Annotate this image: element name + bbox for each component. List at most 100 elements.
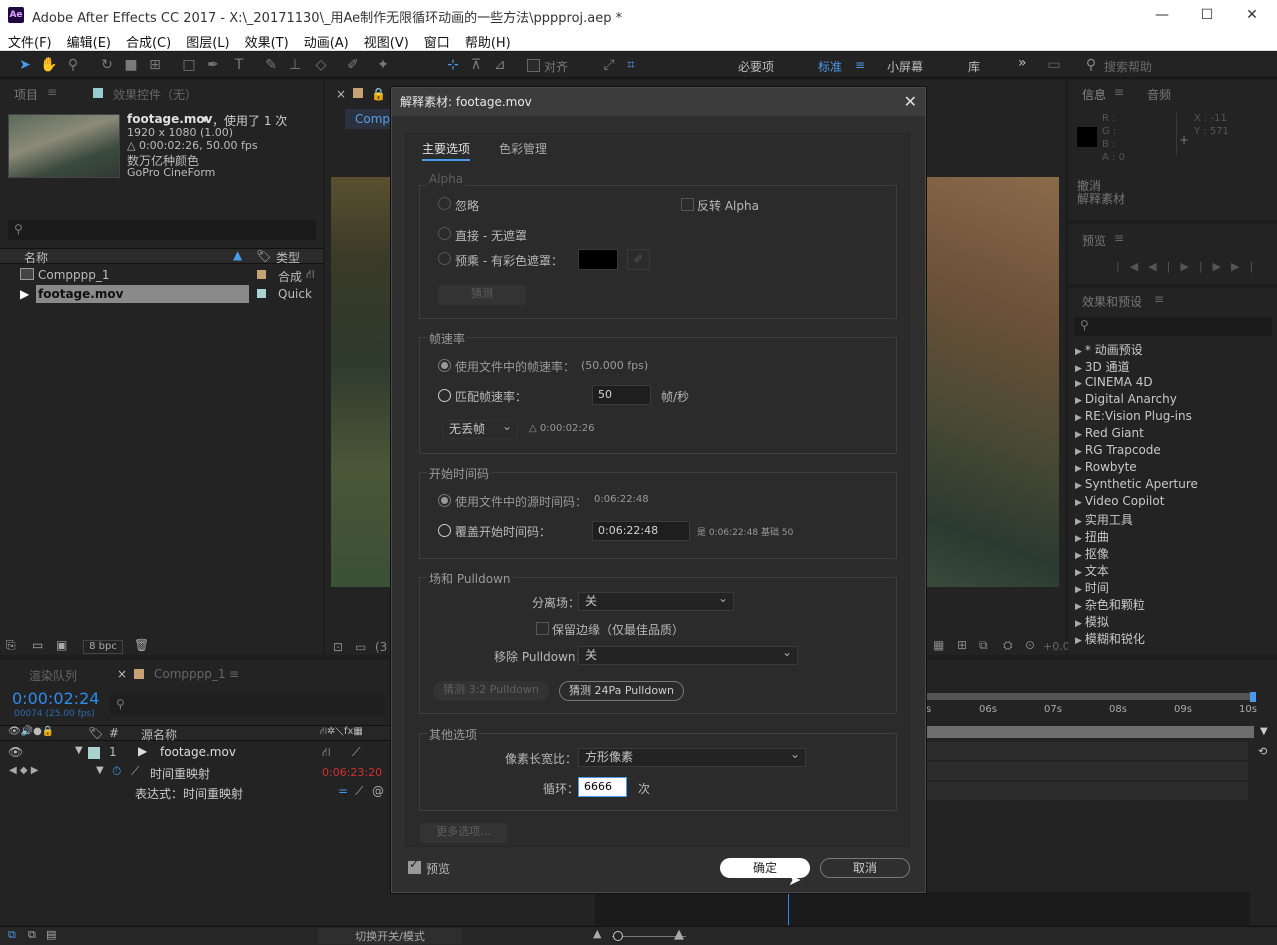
timeline-search-input[interactable]: ⚲	[110, 695, 385, 715]
workspace-libraries[interactable]: 库	[968, 58, 980, 75]
effects-category-item[interactable]: ▶ 实用工具	[1075, 511, 1133, 528]
expand-triangle-icon[interactable]: ▶	[1075, 585, 1082, 595]
menu-layer[interactable]: 图层(L)	[178, 30, 236, 51]
layer-track[interactable]	[926, 742, 1248, 760]
expand-triangle-icon[interactable]: ▶	[1075, 551, 1082, 561]
3d-view-icon[interactable]: ⧉	[979, 638, 988, 653]
effects-category-item[interactable]: ▶ RE:Vision Plug-ins	[1075, 409, 1192, 423]
workspace-standard[interactable]: 标准	[818, 58, 842, 75]
more-options-button[interactable]: 更多选项...	[420, 823, 507, 843]
layer-duration-bar[interactable]	[926, 726, 1254, 738]
alpha-guess-button[interactable]: 猜测	[438, 285, 526, 305]
expand-triangle-icon[interactable]: ▶	[1075, 364, 1082, 374]
sort-ascending-icon[interactable]: ▲	[233, 248, 242, 262]
menu-window[interactable]: 窗口	[416, 30, 457, 51]
zoom-in-icon[interactable]: ▲	[674, 927, 684, 942]
alpha-premult-radio[interactable]	[438, 252, 451, 265]
project-row-footage[interactable]: ▶ footage.mov Quick	[0, 285, 323, 303]
menu-help[interactable]: 帮助(H)	[457, 30, 518, 51]
effects-category-item[interactable]: ▶ Video Copilot	[1075, 494, 1164, 508]
label-column-icon[interactable]: 🏷	[256, 249, 271, 263]
viewer-monitor-icon[interactable]: ▭	[355, 640, 366, 654]
project-row-comp[interactable]: Compppp_1 合成 ⛙	[0, 266, 323, 284]
graph-icon[interactable]: ⟋	[131, 764, 139, 779]
hand-tool-icon[interactable]: ✋	[40, 56, 58, 74]
cancel-button[interactable]: 取消	[820, 858, 910, 878]
expand-triangle-icon[interactable]: ▼	[75, 745, 83, 756]
effects-category-item[interactable]: ▶ 模拟	[1075, 613, 1109, 630]
toggle-switches-modes-button[interactable]: 切换开关/模式	[318, 928, 462, 944]
effects-category-item[interactable]: ▶ Digital Anarchy	[1075, 392, 1177, 406]
delete-icon[interactable]: 🗑	[134, 638, 149, 652]
pan-behind-tool-icon[interactable]: ⊞	[146, 56, 164, 74]
effects-category-item[interactable]: ▶ 时间	[1075, 579, 1109, 596]
roto-brush-tool-icon[interactable]: ✐	[344, 56, 362, 74]
bit-depth-button[interactable]: 8 bpc	[83, 640, 123, 654]
workspace-more-icon[interactable]: »	[1018, 55, 1027, 71]
effects-category-item[interactable]: ▶ Rowbyte	[1075, 460, 1137, 474]
tab-project-menu-icon[interactable]: ≡	[47, 85, 57, 99]
guess-24pa-pulldown-button[interactable]: 猜测 24Pa Pulldown	[559, 681, 684, 701]
remove-pulldown-select[interactable]: 关	[578, 644, 798, 665]
eyedropper-icon[interactable]: ✐	[627, 249, 650, 270]
expand-triangle-icon[interactable]: ▶	[1075, 498, 1082, 508]
effects-category-item[interactable]: ▶ * 动画预设	[1075, 341, 1143, 358]
close-window-button[interactable]: ✕	[1229, 4, 1275, 26]
menu-edit[interactable]: 编辑(E)	[59, 30, 118, 51]
selection-tool-icon[interactable]: ➤	[16, 56, 34, 74]
effects-category-item[interactable]: ▶ Red Giant	[1075, 426, 1144, 440]
menu-composition[interactable]: 合成(C)	[118, 30, 178, 51]
expand-triangle-icon[interactable]: ▶	[1075, 447, 1082, 457]
close-tab-icon[interactable]: ×	[336, 87, 346, 101]
tab-render-queue[interactable]: 渲染队列	[29, 667, 77, 684]
drop-frame-select[interactable]: 无丢帧	[442, 418, 518, 439]
expand-triangle-icon[interactable]: ▶	[1075, 464, 1082, 474]
comp-tab[interactable]: Compp	[345, 109, 398, 129]
expand-triangle-icon[interactable]: ▶	[1075, 534, 1082, 544]
in-out-icon[interactable]: ▤	[46, 928, 56, 941]
pen-tool-icon[interactable]: ✒	[204, 56, 222, 74]
project-search-input[interactable]: ⚲	[8, 220, 316, 240]
new-folder-icon[interactable]: ▭	[32, 638, 43, 652]
quality-switch-icon[interactable]: ⟋	[352, 745, 360, 760]
layer-name[interactable]: footage.mov	[160, 745, 236, 759]
time-ruler[interactable]: s 06s 07s 08s 09s 10s	[926, 704, 1257, 724]
exposure-reset-icon[interactable]: ⊙	[1025, 638, 1035, 652]
expression-enable-icon[interactable]: =	[338, 784, 348, 798]
shy-switch-icon[interactable]: ⛙	[322, 745, 330, 761]
minimize-button[interactable]: —	[1139, 4, 1185, 26]
property-row[interactable]: ◀ ◆ ▶ ▼ ⏱ ⟋ 时间重映射 0:06:23:20	[0, 764, 390, 782]
camera-tool-icon[interactable]: ■	[122, 56, 140, 74]
rectangle-tool-icon[interactable]: □	[180, 56, 198, 74]
eye-icon[interactable]: 👁	[8, 745, 23, 759]
transfer-controls-icon[interactable]: ⧉	[28, 928, 36, 942]
keyframe-nav-icons[interactable]: ◀ ◆ ▶	[9, 765, 38, 776]
effects-category-item[interactable]: ▶ 模糊和锐化	[1075, 630, 1145, 647]
graph-editor-icon[interactable]: ⟲	[1258, 745, 1267, 758]
expand-triangle-icon[interactable]: ▶	[1075, 347, 1082, 357]
tab-info[interactable]: 信息	[1082, 86, 1106, 103]
effects-category-item[interactable]: ▶ 抠像	[1075, 545, 1109, 562]
expand-triangle-icon[interactable]: ▼	[96, 765, 104, 776]
viewer-zoom[interactable]: (3	[375, 640, 387, 654]
menu-effect[interactable]: 效果(T)	[237, 30, 296, 51]
label-column-icon[interactable]: 🏷	[88, 726, 103, 740]
expand-triangle-icon[interactable]: ▶	[1075, 396, 1082, 406]
tab-main-options[interactable]: 主要选项	[422, 140, 471, 161]
menu-view[interactable]: 视图(V)	[356, 30, 416, 51]
effects-category-item[interactable]: ▶ 杂色和颗粒	[1075, 596, 1145, 613]
work-area-bar[interactable]	[926, 693, 1254, 700]
interpret-footage-icon[interactable]: ⎘	[6, 638, 16, 653]
alpha-ignore-radio[interactable]	[438, 197, 451, 210]
expand-triangle-icon[interactable]: ▶	[1075, 619, 1082, 629]
expression-graph-icon[interactable]: ⟋	[355, 784, 363, 799]
effects-category-item[interactable]: ▶ 扭曲	[1075, 528, 1109, 545]
show-channel-icon[interactable]: ⊞	[957, 638, 967, 652]
viewer-resolution-icon[interactable]: ⊡	[333, 640, 343, 654]
use-file-timecode-radio[interactable]	[438, 494, 451, 507]
next-frame-icon[interactable]: |▶	[1199, 260, 1231, 273]
expand-triangle-icon[interactable]: ▶	[1075, 517, 1082, 527]
effects-category-item[interactable]: ▶ 文本	[1075, 562, 1109, 579]
flowchart-icon[interactable]: ⛙	[306, 267, 314, 283]
invert-alpha-checkbox[interactable]	[681, 198, 694, 211]
